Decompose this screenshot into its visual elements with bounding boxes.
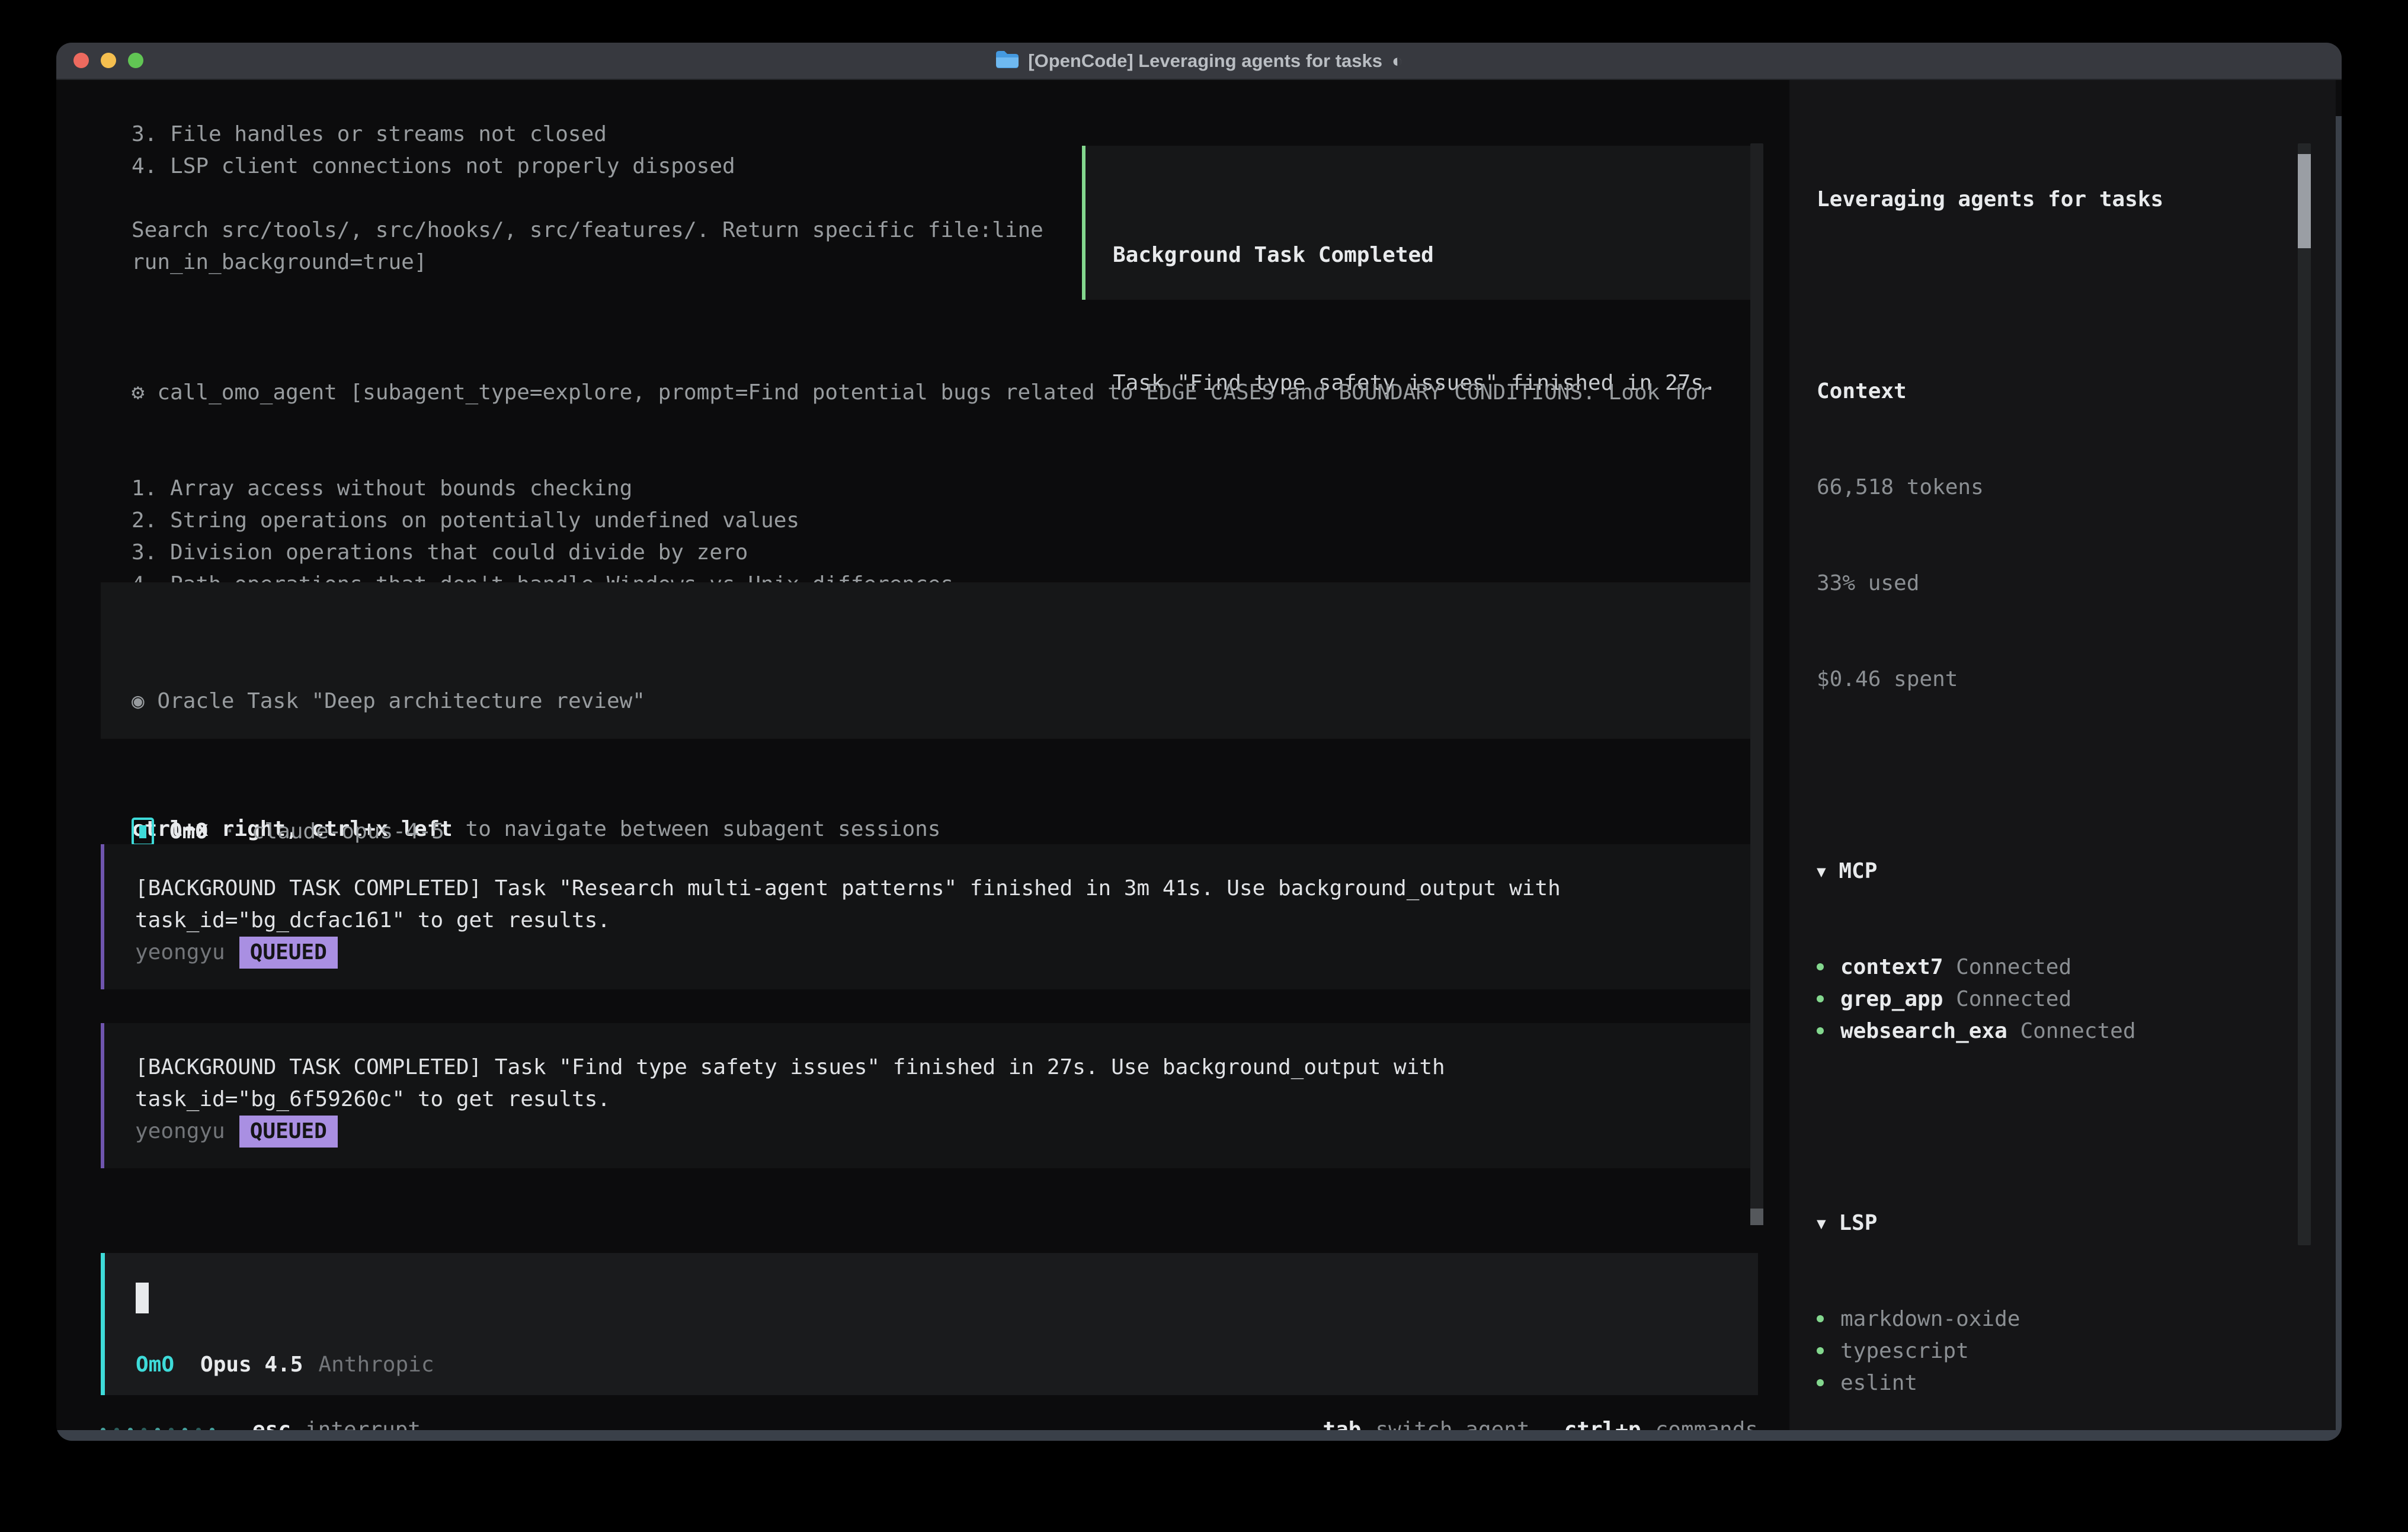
mcp-status: Connected	[1943, 987, 2071, 1011]
sidebar: Leveraging agents for tasks Context 66,5…	[1789, 80, 2336, 1430]
input-provider-name: Anthropic	[318, 1349, 434, 1381]
message-meta: yeongyu QUEUED	[135, 1116, 1758, 1148]
lsp-item: typescript	[1817, 1335, 2298, 1367]
text-cursor	[136, 1283, 149, 1313]
window-edge-right	[2336, 116, 2342, 1441]
mcp-list: context7 Connectedgrep_app Connectedwebs…	[1817, 951, 2298, 1047]
prompt-input[interactable]: OmO Opus 4.5 Anthropic	[101, 1253, 1758, 1395]
lsp-section-header[interactable]: ▼ LSP	[1817, 1207, 2298, 1239]
window-title: [OpenCode] Leveraging agents for tasks	[1028, 50, 1382, 72]
mcp-name: websearch_exa	[1840, 1019, 2007, 1043]
close-button[interactable]	[73, 53, 89, 68]
text-line: 2. String operations on potentially unde…	[132, 505, 1711, 537]
mcp-item: grep_app Connected	[1817, 983, 2298, 1015]
chat-pane: 3. File handles or streams not closed4. …	[56, 80, 1789, 1430]
nav-hint-text: to navigate between subagent sessions	[453, 817, 941, 841]
connected-dot-icon	[1817, 1027, 1824, 1034]
input-agent-name: OmO	[136, 1349, 174, 1381]
lsp-item: eslint	[1817, 1367, 2298, 1399]
gear-icon: ⚙	[132, 380, 145, 405]
text-line: run_in_background=true]	[132, 246, 1043, 278]
message-line: [BACKGROUND TASK COMPLETED] Task "Find t…	[135, 1052, 1758, 1084]
mcp-item: websearch_exa Connected	[1817, 1015, 2298, 1047]
minimize-button[interactable]	[101, 53, 116, 68]
agent-separator: ·	[223, 816, 236, 848]
fisheye-icon: ◉	[132, 689, 145, 713]
context-spent: $0.46 spent	[1817, 664, 2298, 696]
chevron-down-icon: ▼	[1817, 863, 1826, 881]
background-task-message: [BACKGROUND TASK COMPLETED] Task "Find t…	[101, 1023, 1758, 1168]
traffic-lights	[73, 53, 143, 68]
oracle-task-box: ◉ Oracle Task "Deep architecture review"…	[101, 582, 1758, 739]
status-badge: QUEUED	[239, 937, 338, 969]
oracle-task-title: Oracle Task "Deep architecture review"	[157, 689, 645, 713]
background-task-message: [BACKGROUND TASK COMPLETED] Task "Resear…	[101, 844, 1758, 989]
chevron-down-icon: ▼	[1817, 1215, 1826, 1233]
sidebar-scrollbar-thumb[interactable]	[2298, 154, 2311, 248]
session-spinner-icon: ◐	[1392, 50, 1403, 72]
sidebar-scrollbar[interactable]	[2298, 143, 2311, 1245]
text-line: Search src/tools/, src/hooks/, src/featu…	[132, 214, 1043, 246]
connected-dot-icon	[1817, 963, 1824, 970]
zoom-button[interactable]	[128, 53, 143, 68]
context-used: 33% used	[1817, 568, 2298, 600]
terminal-window: [OpenCode] Leveraging agents for tasks ◐…	[56, 43, 2342, 1441]
status-badge: QUEUED	[239, 1116, 338, 1148]
text-line: 3. File handles or streams not closed	[132, 118, 1043, 150]
connected-dot-icon	[1817, 1379, 1824, 1386]
agent-model: claude-opus-4-5	[252, 816, 444, 848]
connected-dot-icon	[1817, 1347, 1824, 1354]
text-line: 3. Division operations that could divide…	[132, 537, 1711, 569]
context-heading: Context	[1817, 376, 2298, 408]
lsp-list: markdown-oxide typescript eslint	[1817, 1303, 2298, 1399]
scrollback-text: 3. File handles or streams not closed4. …	[132, 118, 1043, 278]
lsp-name: eslint	[1840, 1371, 1917, 1395]
session-title: Leveraging agents for tasks	[1817, 184, 2298, 216]
tool-call-text: call_omo_agent [subagent_type=explore, p…	[157, 380, 1711, 405]
connected-dot-icon	[1817, 995, 1824, 1002]
message-author: yeongyu	[135, 940, 225, 964]
folder-icon	[995, 50, 1019, 72]
window-edge-bottom	[56, 1430, 2342, 1441]
agent-name: OmO	[169, 816, 208, 848]
agent-icon	[132, 818, 154, 846]
connected-dot-icon	[1817, 1315, 1824, 1322]
text-line: 1. Array access without bounds checking	[132, 473, 1711, 505]
context-tokens: 66,518 tokens	[1817, 472, 2298, 504]
mcp-name: grep_app	[1840, 987, 1943, 1011]
message-line2: task_id="bg_dcfac161" to get results.	[135, 905, 1758, 937]
message-author: yeongyu	[135, 1119, 225, 1143]
chat-scrollbar[interactable]	[1750, 143, 1763, 1225]
input-model-name: Opus 4.5	[200, 1349, 303, 1381]
mcp-section-header[interactable]: ▼ MCP	[1817, 855, 2298, 887]
background-task-toast: Background Task Completed Task "Find typ…	[1082, 146, 1758, 300]
toast-title: Background Task Completed	[1113, 239, 1754, 271]
text-line	[132, 182, 1043, 214]
mcp-status: Connected	[1943, 955, 2071, 979]
message-line: [BACKGROUND TASK COMPLETED] Task "Resear…	[135, 873, 1758, 905]
mcp-item: context7 Connected	[1817, 951, 2298, 983]
lsp-name: markdown-oxide	[1840, 1307, 2020, 1331]
message-meta: yeongyu QUEUED	[135, 937, 1758, 969]
mcp-name: context7	[1840, 955, 1943, 979]
message-line2: task_id="bg_6f59260c" to get results.	[135, 1084, 1758, 1116]
agent-header: OmO · claude-opus-4-5	[132, 816, 444, 848]
titlebar: [OpenCode] Leveraging agents for tasks ◐	[56, 43, 2342, 80]
lsp-item: markdown-oxide	[1817, 1303, 2298, 1335]
chat-scrollbar-thumb[interactable]	[1750, 1209, 1763, 1225]
text-line: 4. LSP client connections not properly d…	[132, 150, 1043, 182]
mcp-status: Connected	[2007, 1019, 2136, 1043]
lsp-name: typescript	[1840, 1339, 1969, 1363]
